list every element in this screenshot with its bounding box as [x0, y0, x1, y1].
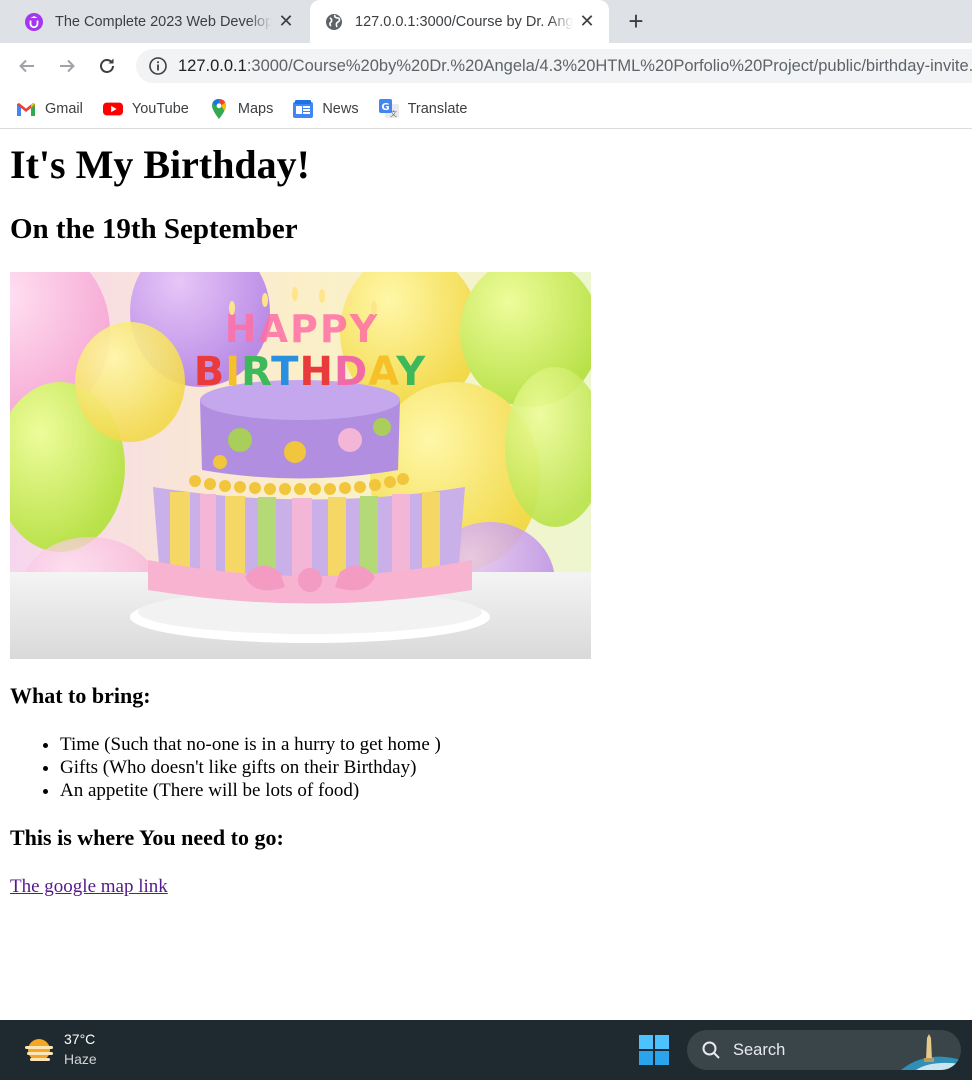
google-map-link[interactable]: The google map link: [10, 876, 168, 898]
forward-arrow-icon: [60, 59, 75, 73]
bookmark-label: YouTube: [131, 100, 189, 117]
list-item: An appetite (There will be lots of food): [60, 779, 441, 802]
browser-toolbar: 127.0.0.1:3000/Course%20by%20Dr.%20Angel…: [0, 43, 972, 89]
page-content: It's My Birthday! On the 19th September: [0, 129, 972, 1020]
where-to-go-heading: This is where You need to go:: [10, 825, 284, 850]
new-tab-button[interactable]: +: [622, 6, 650, 36]
close-tab-icon[interactable]: ✕: [573, 8, 601, 36]
taskbar-search[interactable]: Search: [687, 1030, 961, 1070]
tab-birthday-invite[interactable]: 127.0.0.1:3000/Course by Dr. Angela/4.3 …: [310, 0, 609, 43]
bookmark-label: News: [322, 100, 359, 117]
bookmark-maps[interactable]: Maps: [209, 98, 274, 119]
search-highlight-image: [901, 1034, 961, 1070]
news-icon: [293, 99, 314, 119]
reload-button[interactable]: [92, 51, 122, 81]
tab-web-dev-bootcamp[interactable]: The Complete 2023 Web Development Bootca…: [14, 0, 308, 43]
youtube-icon: [102, 99, 123, 119]
svg-text:BIRTHDAY: BIRTHDAY: [194, 349, 427, 395]
forward-button[interactable]: [52, 51, 82, 81]
svg-text:G: G: [381, 102, 389, 113]
translate-icon: G文: [378, 98, 399, 119]
gmail-icon: [16, 99, 36, 119]
url-path: :3000/Course%20by%20Dr.%20Angela/4.3%20H…: [246, 56, 972, 75]
svg-text:HAPPY: HAPPY: [225, 307, 379, 351]
list-item: Gifts (Who doesn't like gifts on their B…: [60, 756, 441, 779]
search-label: Search: [733, 1040, 786, 1059]
haze-weather-icon[interactable]: [22, 1034, 56, 1068]
back-arrow-icon: [19, 59, 34, 73]
tab-title: 127.0.0.1:3000/Course by Dr. Angela/4.3 …: [355, 13, 573, 30]
bookmark-gmail[interactable]: Gmail: [16, 99, 83, 119]
bookmark-label: Gmail: [45, 100, 83, 117]
tab-title: The Complete 2023 Web Development Bootca…: [55, 13, 272, 30]
svg-text:文: 文: [390, 109, 397, 118]
bookmarks-bar: Gmail YouTube Maps News G文 Translate: [0, 89, 972, 129]
birthday-cake-image: HAPPY BIRTHDAY: [10, 272, 591, 659]
bookmark-label: Maps: [237, 100, 274, 117]
maps-icon: [209, 98, 229, 119]
page-title: It's My Birthday!: [10, 142, 310, 187]
address-bar[interactable]: 127.0.0.1:3000/Course%20by%20Dr.%20Angel…: [136, 49, 972, 83]
temperature-label: 37°C: [64, 1031, 96, 1047]
close-tab-icon[interactable]: ✕: [272, 8, 300, 36]
bookmark-translate[interactable]: G文 Translate: [378, 98, 468, 119]
bookmark-youtube[interactable]: YouTube: [102, 99, 189, 119]
back-button[interactable]: [12, 51, 42, 81]
search-icon: [702, 1041, 720, 1059]
date-heading: On the 19th September: [10, 213, 298, 245]
list-item: Time (Such that no-one is in a hurry to …: [60, 733, 441, 756]
tab-strip: The Complete 2023 Web Development Bootca…: [0, 0, 972, 43]
weather-condition-label: Haze: [64, 1051, 97, 1067]
bookmark-label: Translate: [407, 100, 468, 117]
bookmark-news[interactable]: News: [293, 99, 359, 119]
reload-icon: [100, 58, 114, 73]
udemy-icon: [24, 12, 44, 32]
windows-start-icon[interactable]: [639, 1035, 669, 1065]
url-host: 127.0.0.1: [178, 56, 247, 75]
bring-list: Time (Such that no-one is in a hurry to …: [10, 733, 441, 802]
os-taskbar: 37°C Haze Search: [0, 1020, 972, 1080]
info-icon[interactable]: [148, 56, 168, 76]
globe-icon: [324, 12, 344, 32]
what-to-bring-heading: What to bring:: [10, 683, 151, 708]
